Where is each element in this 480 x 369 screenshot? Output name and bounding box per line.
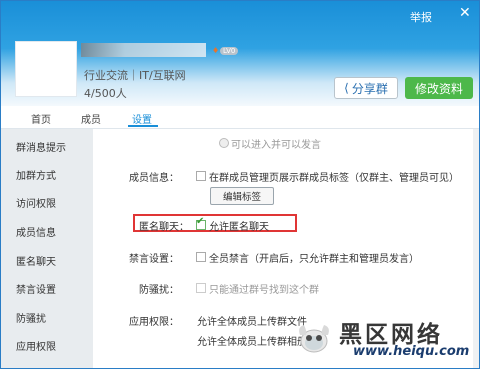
close-icon[interactable]: ✕	[459, 6, 471, 20]
group-header: 举报 ✕ ♦ LV0 行业交流｜IT/互联网 4/500人 ⟨ 分享群 修改资料	[1, 1, 479, 106]
report-link[interactable]: 举报	[410, 9, 432, 25]
share-group-button[interactable]: ⟨ 分享群	[334, 77, 398, 99]
share-group-label: 分享群	[351, 81, 388, 96]
tab-members[interactable]: 成员	[81, 111, 101, 126]
mute-all-checkbox[interactable]	[196, 252, 206, 262]
sidebar-item-message-alerts[interactable]: 群消息提示	[16, 139, 66, 154]
site-watermark: 黑区网络 www.heiqu.com	[295, 313, 479, 368]
sidebar-item-mute[interactable]: 禁言设置	[16, 281, 56, 296]
group-settings-window: 举报 ✕ ♦ LV0 行业交流｜IT/互联网 4/500人 ⟨ 分享群 修改资料…	[0, 0, 480, 369]
share-icon: ⟨	[344, 81, 349, 95]
member-info-label: 成员信息：	[129, 173, 179, 184]
member-count: 4/500人	[84, 87, 127, 100]
app-permissions-label: 应用权限：	[129, 317, 179, 328]
access-radio[interactable]	[219, 138, 229, 148]
sidebar-item-app-permissions[interactable]: 应用权限	[16, 338, 56, 353]
watermark-logo-icon	[299, 325, 329, 353]
mute-all-option: 全员禁言（开启后，只允许群主和管理员发言）	[209, 254, 419, 265]
settings-sidebar: 群消息提示 加群方式 访问权限 成员信息 匿名聊天 禁言设置 防骚扰 应用权限	[1, 129, 93, 368]
sidebar-item-join-method[interactable]: 加群方式	[16, 167, 56, 182]
sidebar-item-member-info[interactable]: 成员信息	[16, 224, 56, 239]
edit-tags-button[interactable]: 编辑标签	[210, 187, 274, 205]
edit-profile-button[interactable]: 修改资料	[405, 77, 473, 99]
app-permission-files: 允许全体成员上传群文件	[197, 317, 307, 328]
app-permission-album: 允许全体成员上传群相册	[197, 337, 307, 348]
anonymous-chat-option: 允许匿名聊天	[209, 222, 269, 233]
tab-bar: 首页 成员 设置	[1, 108, 479, 129]
sidebar-item-anonymous-chat[interactable]: 匿名聊天	[16, 253, 56, 268]
anonymous-chat-checkbox[interactable]	[196, 216, 206, 230]
anti-harassment-label: 防骚扰：	[139, 285, 179, 296]
level-badge: LV0	[220, 47, 239, 55]
tab-settings[interactable]: 设置	[132, 111, 152, 126]
member-tags-option: 在群成员管理页展示群成员标签（仅群主、管理员可见）	[209, 173, 459, 184]
group-name-redacted	[81, 43, 206, 57]
mute-label: 禁言设置：	[129, 254, 179, 265]
sidebar-item-anti-harassment[interactable]: 防骚扰	[16, 310, 46, 325]
tab-home[interactable]: 首页	[31, 111, 51, 126]
anti-harassment-option: 只能通过群号找到这个群	[209, 285, 319, 296]
active-tab-indicator	[128, 125, 158, 127]
member-tags-checkbox[interactable]	[196, 171, 206, 181]
watermark-url: www.heiqu.com	[353, 344, 470, 359]
access-radio-label: 可以进入并可以发言	[231, 140, 321, 151]
anti-harassment-checkbox[interactable]	[196, 283, 206, 293]
sidebar-item-access[interactable]: 访问权限	[16, 195, 56, 210]
group-avatar[interactable]	[15, 41, 77, 97]
fire-icon: ♦	[212, 46, 220, 55]
group-category: 行业交流｜IT/互联网	[84, 69, 186, 82]
anonymous-chat-label: 匿名聊天：	[139, 222, 189, 233]
